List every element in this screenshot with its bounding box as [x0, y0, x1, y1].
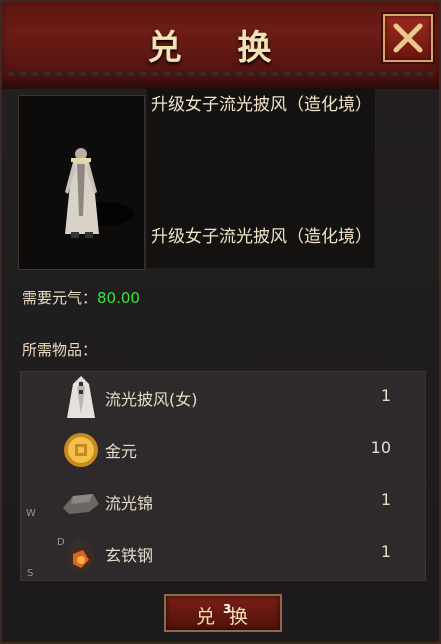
gold-coin-icon	[64, 433, 98, 467]
material-name: 玄铁钢	[105, 546, 154, 565]
list-item[interactable]: 玄铁钢 1	[21, 528, 425, 580]
title-bar-border	[8, 72, 433, 76]
exchange-button[interactable]: 兑换 3	[164, 594, 282, 632]
close-button[interactable]	[383, 14, 433, 62]
cloak-icon	[67, 376, 95, 418]
energy-requirement: 需要元气：80.00	[22, 287, 140, 308]
keyboard-hint-d: D	[57, 537, 65, 548]
materials-list: 流光披风(女) 1 金元 10 流光锦 1 玄铁钢 1	[20, 371, 426, 581]
item-info-box: 升级女子流光披风（造化境） 升级女子流光披风（造化境）	[147, 88, 375, 268]
list-item[interactable]: 流光锦 1	[21, 476, 425, 528]
item-name: 升级女子流光披风（造化境）	[151, 95, 372, 115]
keyboard-hint-s: S	[27, 568, 34, 579]
exchange-dialog: 兑 换 升级女子流光披风（造化境） 升级女子流光披风（造化境） 需要元气：80.…	[0, 0, 441, 644]
material-name: 流光锦	[105, 494, 154, 513]
title-bar[interactable]: 兑 换	[2, 2, 439, 89]
item-description: 升级女子流光披风（造化境）	[151, 227, 372, 247]
dialog-title: 兑 换	[147, 28, 294, 68]
material-count: 10	[370, 438, 391, 457]
material-name: 流光披风(女)	[105, 390, 198, 409]
material-count: 1	[380, 542, 391, 561]
energy-requirement-value: 80.00	[97, 289, 140, 307]
iron-ore-icon	[67, 536, 95, 574]
list-item[interactable]: 金元 10	[21, 424, 425, 476]
character-model-icon	[65, 148, 134, 238]
material-name: 金元	[105, 442, 138, 461]
keyboard-hint-w: W	[26, 508, 36, 519]
list-item[interactable]: 流光披风(女) 1	[21, 372, 425, 424]
close-icon	[393, 23, 423, 53]
material-count: 1	[380, 386, 391, 405]
brocade-icon	[63, 494, 99, 514]
energy-requirement-label: 需要元气：	[22, 289, 98, 307]
material-count: 1	[380, 490, 391, 509]
materials-title: 所需物品：	[22, 341, 98, 359]
item-preview	[18, 95, 145, 270]
exchange-button-badge: 3	[223, 602, 232, 616]
